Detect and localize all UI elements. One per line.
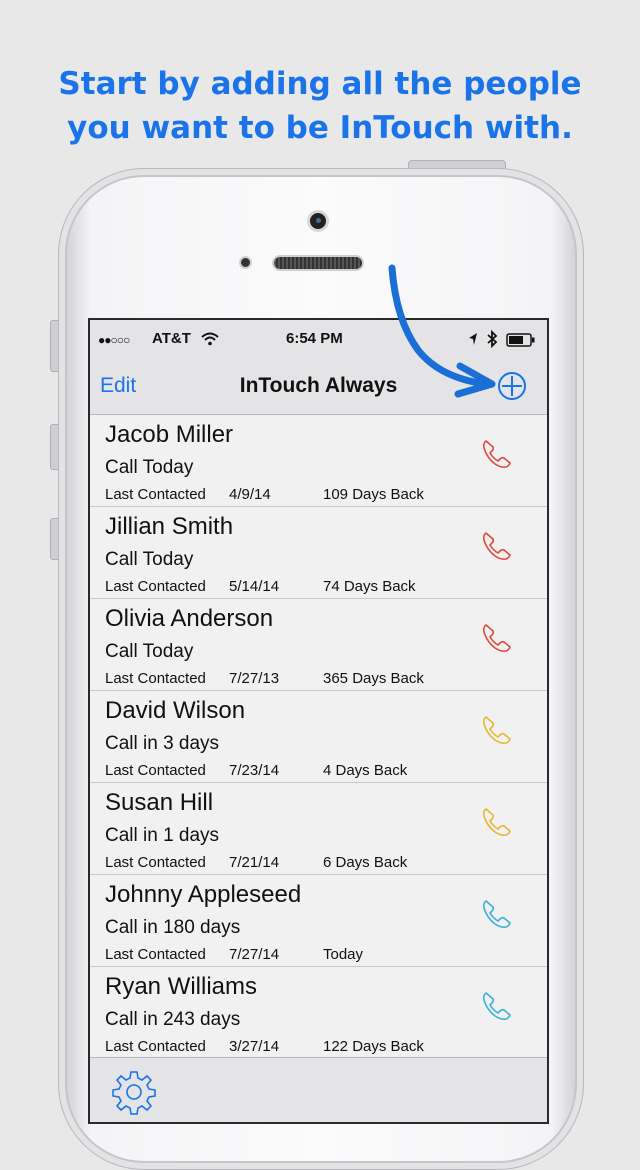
call-due: Call Today [105,641,194,662]
phone-icon [482,624,511,652]
call-due: Call Today [105,549,194,570]
contact-row[interactable]: Ryan Williams Call in 243 days Last Cont… [90,967,547,1059]
clock: 6:54 PM [286,330,343,347]
contact-list: Jacob Miller Call Today Last Contacted 4… [90,415,547,1059]
wifi-icon [201,332,219,346]
last-contacted-label: Last Contacted [105,762,206,779]
carrier-name: AT&T [152,330,191,347]
last-contacted-label: Last Contacted [105,578,206,595]
navigation-bar: Edit InTouch Always [90,360,547,415]
phone-screen: ●●○○○ AT&T 6:54 PM Edit InTouch Always J… [88,318,549,1124]
contact-row[interactable]: Susan Hill Call in 1 days Last Contacted… [90,783,547,875]
signal-strength: ●●○○○ [98,333,130,347]
contact-name: Susan Hill [105,789,214,816]
phone-icon [482,900,511,928]
days-back: 4 Days Back [323,762,408,779]
phone-icon [482,440,511,468]
contact-name: Olivia Anderson [105,605,274,632]
proximity-sensor [239,256,252,269]
last-contacted-date: 7/21/14 [229,854,280,871]
days-back: 6 Days Back [323,854,408,871]
call-due: Call Today [105,457,194,478]
status-bar: ●●○○○ AT&T 6:54 PM [90,320,547,360]
gear-icon [112,1071,156,1115]
call-due: Call in 180 days [105,917,241,938]
earpiece-speaker [272,255,364,271]
days-back: 365 Days Back [323,670,424,687]
contact-name: Jillian Smith [105,513,234,540]
days-back: 122 Days Back [323,1038,424,1055]
call-button[interactable] [480,437,514,471]
phone-icon [482,808,511,836]
last-contacted-date: 7/27/14 [229,946,280,963]
headline: Start by adding all the people you want … [0,62,640,150]
call-due: Call in 1 days [105,825,220,846]
headline-line-2: you want to be InTouch with. [67,110,573,146]
call-button[interactable] [480,621,514,655]
call-button[interactable] [480,897,514,931]
call-due: Call in 3 days [105,733,220,754]
last-contacted-label: Last Contacted [105,946,206,963]
last-contacted-label: Last Contacted [105,670,206,687]
last-contacted-date: 5/14/14 [229,578,280,595]
contact-name: Johnny Appleseed [105,881,302,908]
bluetooth-icon [487,330,498,348]
nav-title: InTouch Always [239,374,398,397]
last-contacted-date: 4/9/14 [229,486,271,503]
headline-line-1: Start by adding all the people [58,66,582,102]
call-button[interactable] [480,713,514,747]
last-contacted-label: Last Contacted [105,1038,206,1055]
contact-row[interactable]: Olivia Anderson Call Today Last Contacte… [90,599,547,691]
location-icon [469,333,477,345]
last-contacted-label: Last Contacted [105,486,206,503]
battery-icon [506,333,535,347]
call-due: Call in 243 days [105,1009,241,1030]
settings-button[interactable] [110,1068,158,1116]
phone-icon [482,532,511,560]
call-button[interactable] [480,989,514,1023]
last-contacted-label: Last Contacted [105,854,206,871]
days-back: 74 Days Back [323,578,416,595]
last-contacted-date: 3/27/14 [229,1038,280,1055]
contact-row[interactable]: Johnny Appleseed Call in 180 days Last C… [90,875,547,967]
plus-circle-icon [498,372,526,400]
contact-row[interactable]: Jillian Smith Call Today Last Contacted … [90,507,547,599]
last-contacted-date: 7/23/14 [229,762,280,779]
front-camera [307,210,329,232]
call-button[interactable] [480,805,514,839]
contact-row[interactable]: Jacob Miller Call Today Last Contacted 4… [90,415,547,507]
last-contacted-date: 7/27/13 [229,670,280,687]
bottom-toolbar [90,1057,547,1122]
add-contact-button[interactable] [494,368,530,404]
days-back: Today [323,946,364,963]
contact-name: Jacob Miller [105,421,234,448]
phone-icon [482,716,511,744]
call-button[interactable] [480,529,514,563]
contact-name: David Wilson [105,697,246,724]
days-back: 109 Days Back [323,486,424,503]
contact-name: Ryan Williams [105,973,258,1000]
contact-row[interactable]: David Wilson Call in 3 days Last Contact… [90,691,547,783]
phone-icon [482,992,511,1020]
